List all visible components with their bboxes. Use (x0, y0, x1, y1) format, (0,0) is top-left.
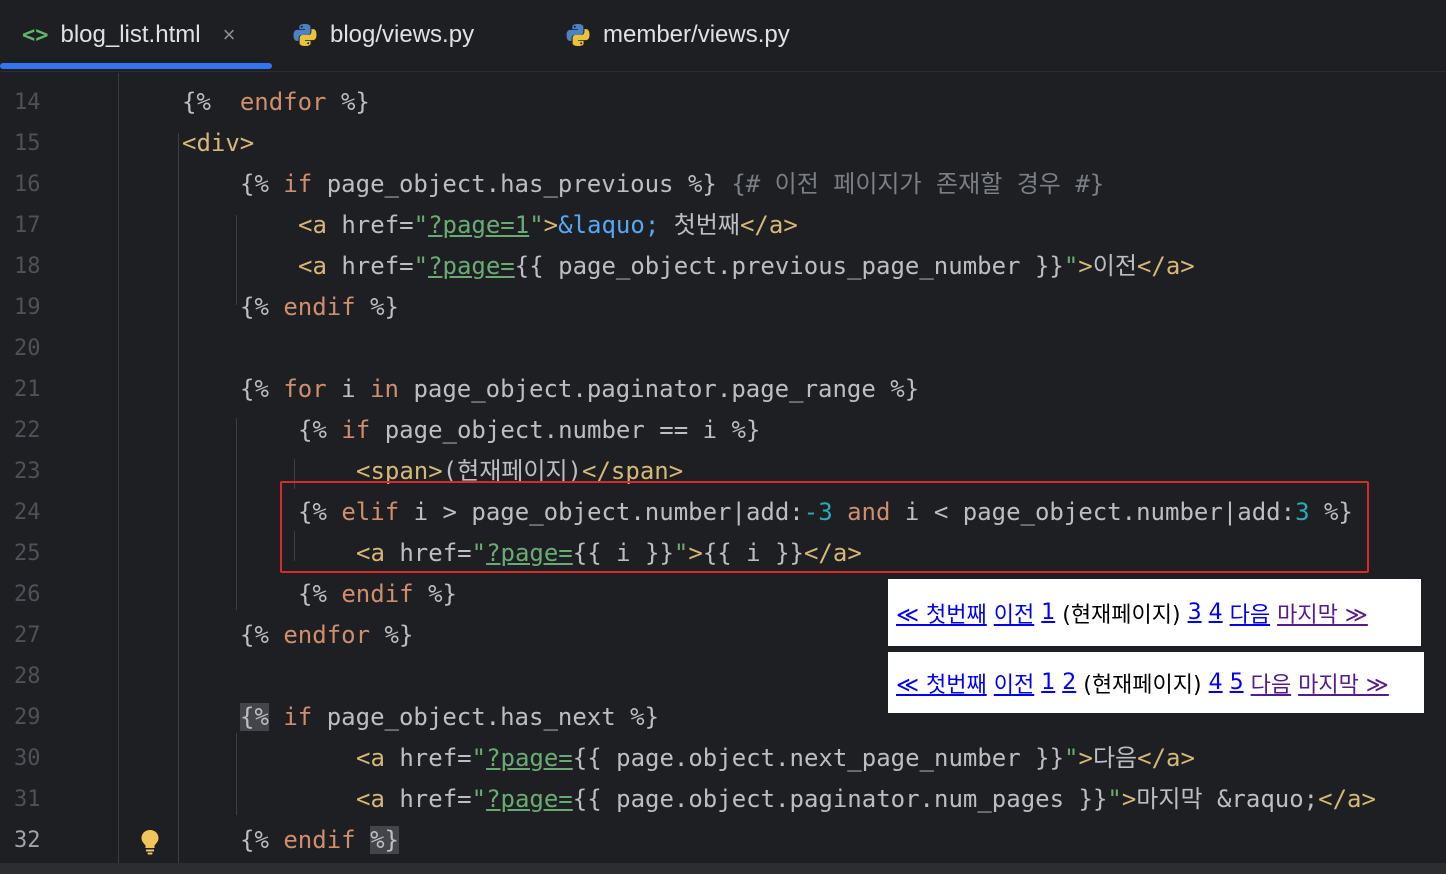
highlight-box (280, 481, 1369, 573)
last-page-link[interactable]: 마지막 ≫ (1277, 597, 1368, 629)
pagination-preview-2: ≪ 첫번째 이전 1 2 (현재페이지) 4 5 다음 마지막 ≫ (888, 652, 1424, 713)
line-number: 31 (14, 787, 41, 812)
line-number: 27 (14, 623, 41, 648)
code-line[interactable]: 16 {% if page_object.has_previous %} {# … (0, 164, 1446, 205)
active-tab-indicator (0, 63, 272, 69)
line-number: 23 (14, 459, 41, 484)
code-line[interactable]: 21 {% for i in page_object.paginator.pag… (0, 369, 1446, 410)
code-text: <div> (182, 129, 255, 157)
next-page-link[interactable]: 다음 (1230, 597, 1270, 629)
page-link[interactable]: 1 (1041, 600, 1055, 625)
line-number: 20 (14, 336, 41, 361)
code-text: <a href="?page={{ page.object.paginator.… (356, 785, 1376, 813)
html-file-icon: <> (22, 22, 49, 48)
page-link[interactable]: 5 (1230, 670, 1244, 695)
tab-blog-list-html[interactable]: <> blog_list.html × (22, 0, 235, 70)
line-number: 17 (14, 213, 41, 238)
code-text: <a href="?page={{ page.object.next_page_… (356, 744, 1195, 772)
code-line[interactable]: 20 (0, 328, 1446, 369)
page-link[interactable]: 4 (1209, 670, 1223, 695)
page-link[interactable]: 4 (1209, 600, 1223, 625)
code-text: {% if page_object.has_previous %} {# 이전 … (240, 170, 1105, 198)
tab-blog-views-py[interactable]: blog/views.py (292, 0, 474, 70)
line-number: 16 (14, 172, 41, 197)
next-page-link[interactable]: 다음 (1251, 667, 1291, 699)
line-number: 22 (14, 418, 41, 443)
code-text: {% endfor %} (240, 621, 414, 649)
line-number: 26 (14, 582, 41, 607)
tab-label: blog/views.py (330, 21, 475, 48)
line-number: 28 (14, 664, 41, 689)
editor-tab-bar: <> blog_list.html × blog/views.py member… (0, 0, 1446, 72)
code-line[interactable]: 19 {% endif %} (0, 287, 1446, 328)
code-text: <a href="?page=1">&laquo; 첫번째</a> (298, 211, 798, 239)
code-line[interactable]: 22 {% if page_object.number == i %} (0, 410, 1446, 451)
code-line[interactable]: 30 <a href="?page={{ page.object.next_pa… (0, 738, 1446, 779)
tab-label: blog_list.html (60, 21, 201, 48)
current-page-label: (현재페이지) (1083, 672, 1202, 698)
line-number: 21 (14, 377, 41, 402)
code-line[interactable]: 15 <div> (0, 123, 1446, 164)
code-text: {% endfor %} (182, 88, 370, 116)
first-page-link[interactable]: ≪ 첫번째 (896, 667, 987, 699)
code-text: {% if page_object.number == i %} (298, 416, 761, 444)
last-page-link[interactable]: 마지막 ≫ (1298, 667, 1389, 699)
code-text: <a href="?page={{ page_object.previous_p… (298, 252, 1195, 280)
python-icon (566, 24, 590, 46)
line-number: 30 (14, 746, 41, 771)
code-line[interactable]: 14 {% endfor %} (0, 82, 1446, 123)
page-link[interactable]: 3 (1188, 600, 1202, 625)
line-number: 15 (14, 131, 41, 156)
line-number: 24 (14, 500, 41, 525)
close-icon[interactable]: × (223, 22, 236, 48)
current-page-label: (현재페이지) (1062, 602, 1181, 628)
line-number: 19 (14, 295, 41, 320)
code-line[interactable]: 18 <a href="?page={{ page_object.previou… (0, 246, 1446, 287)
code-text: {% endif %} (298, 580, 457, 608)
python-icon (293, 24, 317, 46)
page-link[interactable]: 1 (1041, 670, 1055, 695)
line-number: 18 (14, 254, 41, 279)
code-line-current[interactable]: 32 {% endif %} (0, 820, 1446, 861)
line-number: 14 (14, 90, 41, 115)
bottom-strip (0, 863, 1446, 874)
first-page-link[interactable]: ≪ 첫번째 (896, 597, 987, 629)
code-text: {% endif %} (240, 826, 399, 854)
line-number: 25 (14, 541, 41, 566)
code-text: {% if page_object.has_next %} (240, 703, 660, 731)
prev-page-link[interactable]: 이전 (994, 597, 1034, 629)
page-link[interactable]: 2 (1062, 670, 1076, 695)
code-text: {% for i in page_object.paginator.page_r… (240, 375, 920, 403)
code-editor[interactable]: 14 {% endfor %} 15 <div> 16 {% if page_o… (0, 73, 1446, 863)
lightbulb-icon[interactable] (138, 828, 162, 856)
prev-page-link[interactable]: 이전 (994, 667, 1034, 699)
code-line[interactable]: 31 <a href="?page={{ page.object.paginat… (0, 779, 1446, 820)
pagination-preview-1: ≪ 첫번째 이전 1 (현재페이지) 3 4 다음 마지막 ≫ (888, 579, 1421, 646)
code-text: {% endif %} (240, 293, 399, 321)
line-number: 32 (14, 828, 41, 853)
code-line[interactable]: 17 <a href="?page=1">&laquo; 첫번째</a> (0, 205, 1446, 246)
line-number: 29 (14, 705, 41, 730)
tab-member-views-py[interactable]: member/views.py (565, 0, 790, 70)
tab-label: member/views.py (603, 21, 790, 48)
